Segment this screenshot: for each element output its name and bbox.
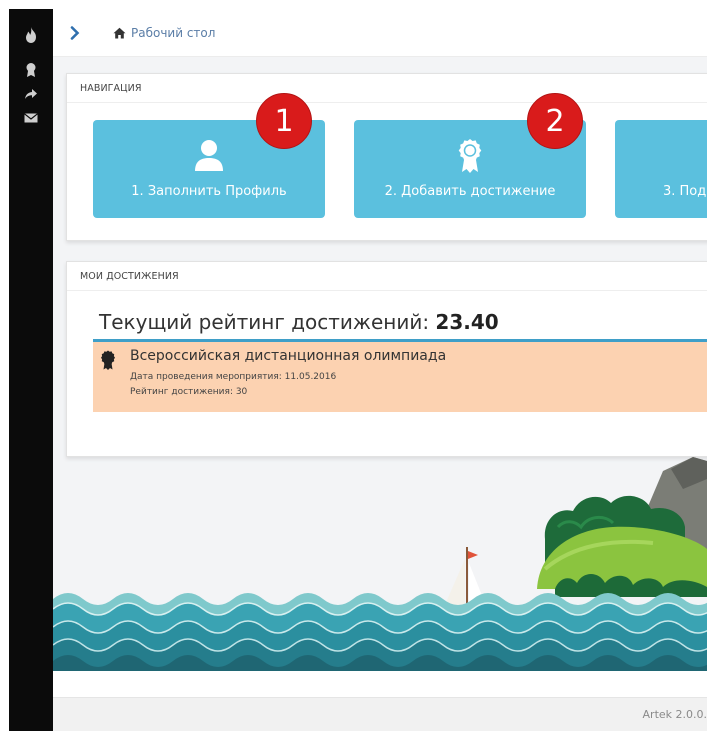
navigation-panel: НАВИГАЦИЯ 1. Заполнить Профиль 2. Добави… — [66, 73, 707, 241]
top-bar: Рабочий стол — [53, 9, 707, 57]
third-nav-button[interactable]: 3. Под — [615, 120, 707, 218]
fire-icon[interactable] — [9, 22, 53, 48]
annotation-badge-2: 2 — [527, 93, 583, 149]
achievements-heading: МОИ ДОСТИЖЕНИЯ — [67, 262, 707, 291]
current-rating: Текущий рейтинг достижений: 23.40 — [99, 310, 499, 334]
frame-margin — [0, 0, 9, 731]
sea-landscape-illustration — [53, 457, 707, 704]
sidebar-toggle-button[interactable] — [67, 23, 83, 43]
annotation-badge-1: 1 — [256, 93, 312, 149]
app-version: Artek 2.0.0. — [642, 708, 707, 721]
current-rating-value: 23.40 — [435, 310, 499, 334]
award-icon[interactable] — [9, 57, 53, 83]
breadcrumb-home-label: Рабочий стол — [131, 26, 216, 40]
third-nav-label: 3. Под — [663, 184, 707, 199]
achievement-date: Дата проведения мероприятия: 11.05.2016 — [130, 372, 337, 382]
achievement-item[interactable]: Всероссийская дистанционная олимпиада Да… — [93, 342, 707, 412]
home-icon — [113, 27, 126, 39]
share-icon[interactable] — [9, 81, 53, 107]
mail-icon[interactable] — [9, 105, 53, 131]
page: Рабочий стол НАВИГАЦИЯ 1. Заполнить Проф… — [0, 0, 707, 731]
navigation-heading: НАВИГАЦИЯ — [67, 74, 707, 103]
achievement-rating: Рейтинг достижения: 30 — [130, 387, 248, 397]
sidebar — [9, 9, 53, 731]
current-rating-label: Текущий рейтинг достижений: — [99, 310, 430, 334]
breadcrumb[interactable]: Рабочий стол — [113, 24, 215, 42]
achievement-title: Всероссийская дистанционная олимпиада — [130, 348, 447, 364]
fill-profile-label: 1. Заполнить Профиль — [131, 184, 287, 199]
footer: Artek 2.0.0. — [53, 697, 707, 731]
medal-icon — [101, 350, 115, 370]
add-achievement-label: 2. Добавить достижение — [384, 184, 556, 199]
main-content: Рабочий стол НАВИГАЦИЯ 1. Заполнить Проф… — [53, 9, 707, 731]
achievements-panel: МОИ ДОСТИЖЕНИЯ Текущий рейтинг достижени… — [66, 261, 707, 457]
user-icon — [195, 140, 223, 171]
chevron-right-icon — [70, 26, 80, 40]
award-icon — [458, 139, 482, 173]
